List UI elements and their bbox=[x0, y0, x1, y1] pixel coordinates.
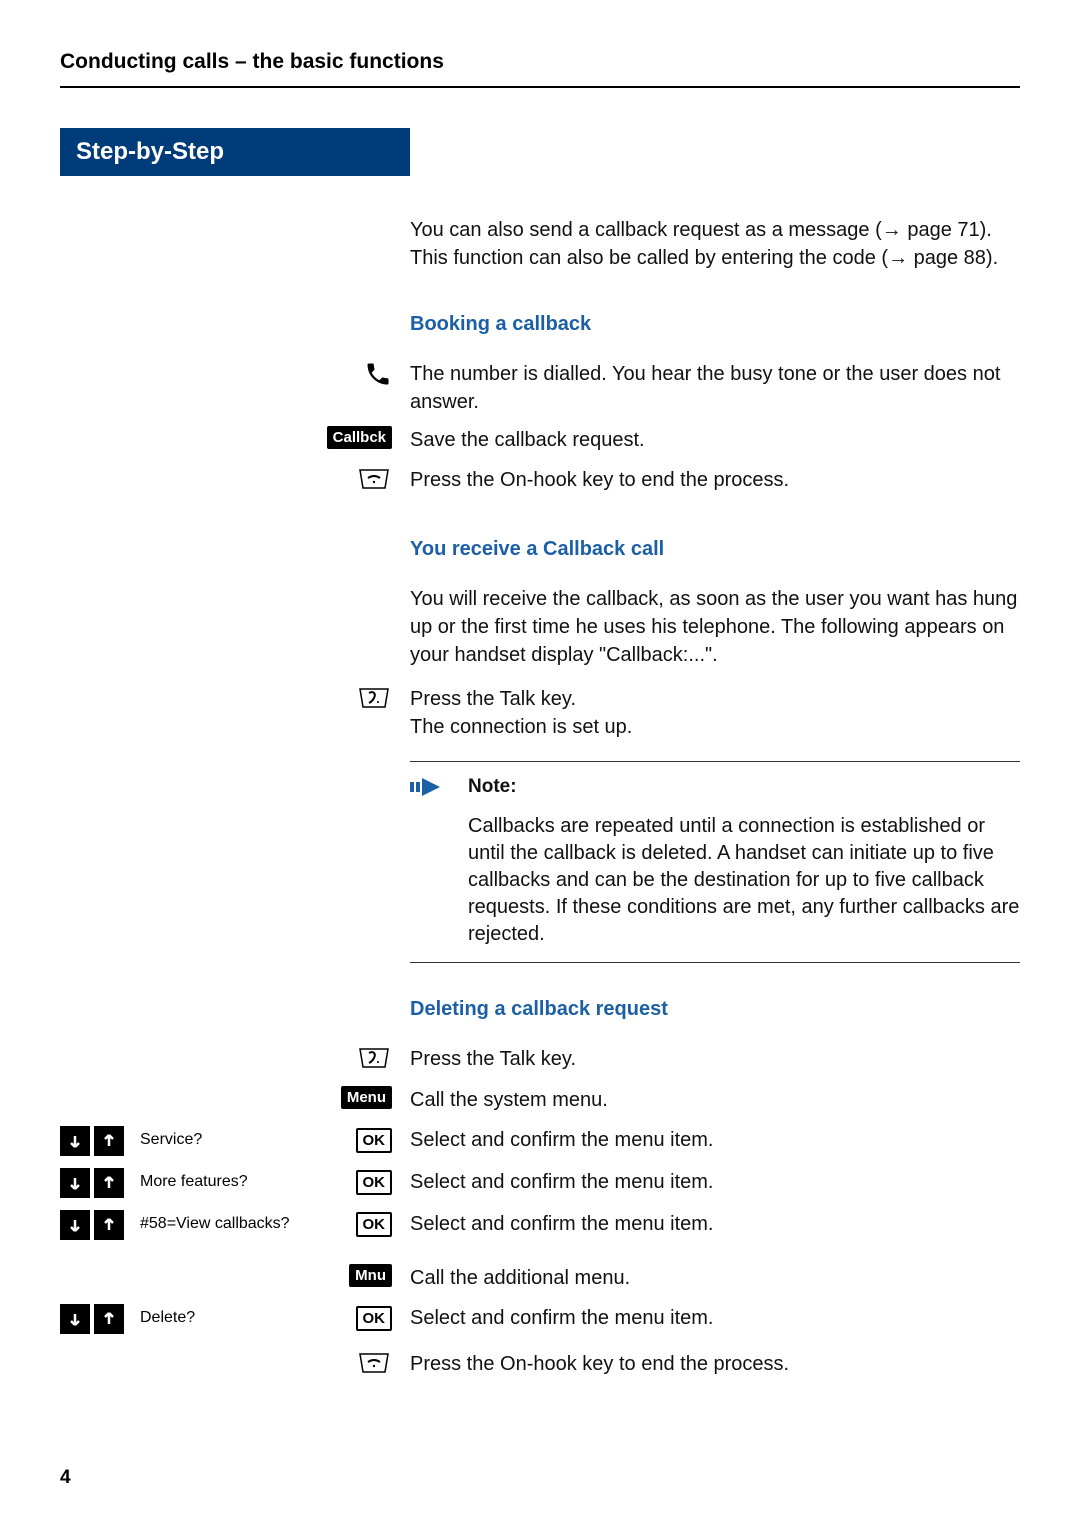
arrow-right-icon: → bbox=[888, 247, 908, 269]
menu-item-delete: Delete? bbox=[134, 1309, 346, 1327]
nav-up-button[interactable] bbox=[94, 1210, 124, 1240]
nav-up-button[interactable] bbox=[94, 1168, 124, 1198]
ok-button[interactable]: OK bbox=[356, 1128, 393, 1153]
delete-step-end-text: Press the On-hook key to end the process… bbox=[410, 1348, 1020, 1378]
nav-up-button[interactable] bbox=[94, 1126, 124, 1156]
ok-button[interactable]: OK bbox=[356, 1170, 393, 1195]
heading-deleting-callback: Deleting a callback request bbox=[410, 995, 1020, 1023]
note-label: Note: bbox=[468, 774, 1020, 801]
phone-handset-icon bbox=[364, 360, 392, 393]
talk-key-icon bbox=[356, 685, 392, 716]
note-arrow-icon bbox=[410, 781, 446, 803]
page-number: 4 bbox=[60, 1467, 71, 1489]
booking-step1-text: The number is dialled. You hear the busy… bbox=[410, 358, 1020, 416]
softkey-menu[interactable]: Menu bbox=[341, 1086, 392, 1109]
booking-step3-text: Press the On-hook key to end the process… bbox=[410, 464, 1020, 494]
step-by-step-banner: Step-by-Step bbox=[60, 128, 410, 176]
receive-step2-text: Press the Talk key. The connection is se… bbox=[410, 683, 1020, 741]
menu-item-more-features: More features? bbox=[134, 1173, 346, 1191]
intro-text: You can also send a callback request as … bbox=[410, 214, 1020, 272]
note-box: Note: Callbacks are repeated until a con… bbox=[410, 761, 1020, 963]
delete-select-text-4: Select and confirm the menu item. bbox=[410, 1302, 1020, 1332]
delete-step-talk-text: Press the Talk key. bbox=[410, 1043, 1020, 1073]
receive-step1-text: You will receive the callback, as soon a… bbox=[410, 583, 1020, 669]
delete-select-text-3: Select and confirm the menu item. bbox=[410, 1208, 1020, 1238]
talk-key-icon bbox=[356, 1045, 392, 1076]
softkey-callback[interactable]: Callbck bbox=[327, 426, 392, 449]
header-rule bbox=[60, 86, 1020, 88]
softkey-mnu[interactable]: Mnu bbox=[349, 1264, 392, 1287]
page-header: Conducting calls – the basic functions bbox=[60, 50, 1020, 74]
ok-button[interactable]: OK bbox=[356, 1306, 393, 1331]
delete-select-text-2: Select and confirm the menu item. bbox=[410, 1166, 1020, 1196]
arrow-right-icon: → bbox=[882, 219, 902, 241]
menu-item-service: Service? bbox=[134, 1131, 346, 1149]
intro-text-part3: page 88). bbox=[908, 247, 998, 269]
heading-booking-callback: Booking a callback bbox=[410, 310, 1020, 338]
delete-step-mnu-text: Call the additional menu. bbox=[410, 1262, 1020, 1292]
onhook-key-icon bbox=[356, 1350, 392, 1381]
nav-up-button[interactable] bbox=[94, 1304, 124, 1334]
delete-step-menu-text: Call the system menu. bbox=[410, 1084, 1020, 1114]
delete-select-text-1: Select and confirm the menu item. bbox=[410, 1124, 1020, 1154]
menu-item-view-callbacks: #58=View callbacks? bbox=[134, 1215, 346, 1233]
heading-receive-callback: You receive a Callback call bbox=[410, 535, 1020, 563]
nav-down-button[interactable] bbox=[60, 1304, 90, 1334]
nav-down-button[interactable] bbox=[60, 1126, 90, 1156]
nav-down-button[interactable] bbox=[60, 1210, 90, 1240]
intro-text-part1: You can also send a callback request as … bbox=[410, 219, 882, 241]
ok-button[interactable]: OK bbox=[356, 1212, 393, 1237]
nav-down-button[interactable] bbox=[60, 1168, 90, 1198]
onhook-key-icon bbox=[356, 466, 392, 497]
booking-step2-text: Save the callback request. bbox=[410, 424, 1020, 454]
note-text: Callbacks are repeated until a connectio… bbox=[468, 813, 1020, 948]
